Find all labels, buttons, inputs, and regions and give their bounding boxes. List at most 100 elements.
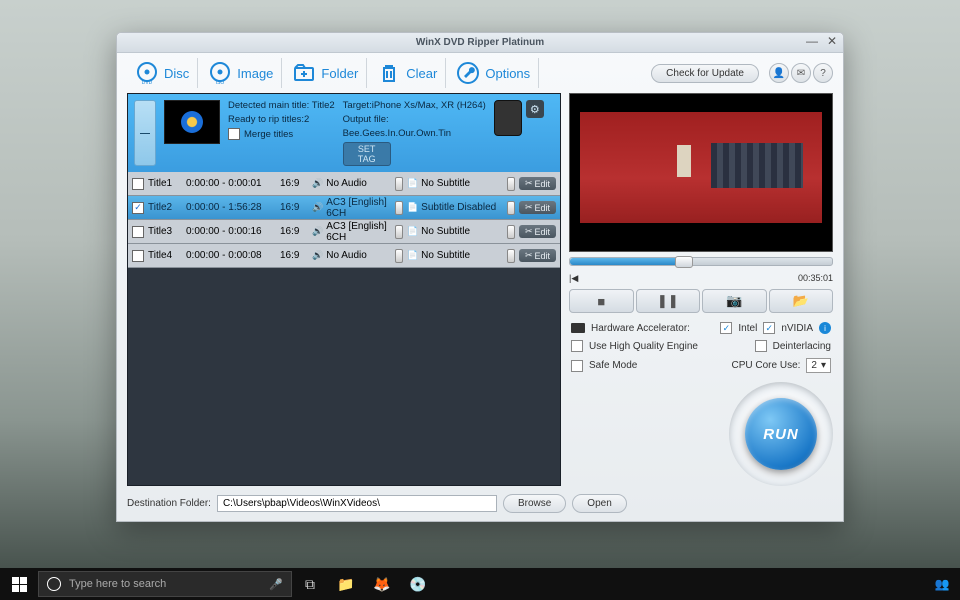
title-row[interactable]: Title30:00:00 - 0:00:1616:9AC3 [English]… [128, 220, 560, 244]
clear-button[interactable]: Clear [369, 58, 446, 88]
title-checkbox[interactable] [132, 226, 144, 238]
subtitle-select[interactable]: No Subtitle [407, 250, 503, 261]
disc-icon: DVD [135, 61, 159, 85]
dest-label: Destination Folder: [127, 498, 211, 509]
edit-button[interactable]: ✂Edit [519, 249, 556, 262]
title-row[interactable]: ✓Title20:00:00 - 1:56:2816:9AC3 [English… [128, 196, 560, 220]
audio-select[interactable]: No Audio [312, 250, 391, 261]
dest-folder-input[interactable] [217, 495, 497, 512]
merge-titles-checkbox[interactable]: Merge titles [228, 128, 335, 140]
trash-icon [377, 61, 401, 85]
preview-pane: |◀00:35:01 ■ ❚❚ 📷 📂 Hardware Accelerator… [569, 93, 833, 486]
target-label: Target:iPhone Xs/Max, XR (H264) [343, 100, 486, 111]
image-button[interactable]: ISOImage [200, 58, 282, 88]
safe-mode-checkbox[interactable] [571, 360, 583, 372]
wrench-icon [456, 61, 480, 85]
options-button[interactable]: Options [448, 58, 539, 88]
check-update-button[interactable]: Check for Update [651, 64, 759, 83]
title-row[interactable]: Title40:00:00 - 0:00:0816:9No AudioNo Su… [128, 244, 560, 268]
folder-button[interactable]: Folder [284, 58, 367, 88]
title-checkbox[interactable] [132, 250, 144, 262]
title-aspect: 16:9 [280, 178, 308, 189]
seek-slider[interactable] [569, 257, 833, 266]
title-range: 0:00:00 - 0:00:01 [186, 178, 276, 189]
subtitle-select[interactable]: No Subtitle [407, 178, 503, 189]
set-tag-button[interactable]: SET TAG [343, 142, 391, 166]
camera-icon: 📷 [726, 293, 742, 309]
window-title: WinX DVD Ripper Platinum [416, 37, 544, 48]
audio-select[interactable]: AC3 [English] 6CH [312, 197, 391, 219]
run-button[interactable]: RUN [745, 398, 817, 470]
hq-engine-checkbox[interactable] [571, 340, 583, 352]
minimize-button[interactable]: — [805, 35, 819, 49]
title-aspect: 16:9 [280, 202, 308, 213]
edit-button[interactable]: ✂Edit [519, 225, 556, 238]
browse-button[interactable]: Browse [503, 494, 566, 513]
title-bar[interactable]: WinX DVD Ripper Platinum — ✕ [117, 33, 843, 53]
help-button[interactable]: ? [813, 63, 833, 83]
open-button[interactable]: Open [572, 494, 626, 513]
subtitle-stepper[interactable] [507, 249, 515, 263]
title-checkbox[interactable]: ✓ [132, 202, 144, 214]
open-folder-button[interactable]: 📂 [769, 289, 834, 313]
svg-text:ISO: ISO [216, 80, 225, 85]
title-row[interactable]: Title10:00:00 - 0:00:0116:9No AudioNo Su… [128, 172, 560, 196]
info-icon[interactable]: i [819, 322, 831, 334]
windows-logo-icon [12, 577, 27, 592]
taskbar[interactable]: Type here to search 🎤 ⧉ 📁 🦊 💿 👥 [0, 568, 960, 600]
intel-checkbox[interactable] [720, 322, 732, 334]
output-label: Output file: [343, 114, 486, 125]
title-name: Title2 [148, 202, 182, 213]
stop-button[interactable]: ■ [569, 289, 634, 313]
subtitle-stepper[interactable] [507, 201, 515, 215]
title-aspect: 16:9 [280, 250, 308, 261]
seek-start-icon[interactable]: |◀ [569, 273, 798, 284]
title-list-pane: — Detected main title: Title2 Ready to r… [127, 93, 561, 486]
detected-title-label: Detected main title: Title2 [228, 100, 335, 111]
edit-button[interactable]: ✂Edit [519, 177, 556, 190]
audio-stepper[interactable] [395, 249, 403, 263]
edit-button[interactable]: ✂Edit [519, 201, 556, 214]
cpu-core-select[interactable]: 2▾ [806, 358, 831, 373]
explorer-taskbar-icon[interactable]: 📁 [328, 568, 364, 600]
title-aspect: 16:9 [280, 226, 308, 237]
audio-stepper[interactable] [395, 177, 403, 191]
profile-settings-button[interactable]: ⚙ [526, 100, 544, 118]
search-placeholder: Type here to search [69, 578, 166, 590]
title-list: Title10:00:00 - 0:00:0116:9No AudioNo Su… [128, 172, 560, 268]
close-button[interactable]: ✕ [825, 35, 839, 49]
deinterlace-checkbox[interactable] [755, 340, 767, 352]
snapshot-button[interactable]: 📷 [702, 289, 767, 313]
subtitle-select[interactable]: Subtitle Disabled [407, 202, 503, 213]
taskbar-search[interactable]: Type here to search 🎤 [38, 571, 292, 597]
collapse-button[interactable]: — [134, 100, 156, 166]
audio-select[interactable]: AC3 [English] 6CH [312, 221, 391, 243]
subtitle-select[interactable]: No Subtitle [407, 226, 503, 237]
nvidia-checkbox[interactable] [763, 322, 775, 334]
video-preview [569, 93, 833, 252]
title-checkbox[interactable] [132, 178, 144, 190]
audio-select[interactable]: No Audio [312, 178, 391, 189]
audio-stepper[interactable] [395, 225, 403, 239]
firefox-taskbar-icon[interactable]: 🦊 [364, 568, 400, 600]
subtitle-stepper[interactable] [507, 177, 515, 191]
subtitle-stepper[interactable] [507, 225, 515, 239]
mail-button[interactable]: ✉ [791, 63, 811, 83]
summary-panel: — Detected main title: Title2 Ready to r… [128, 94, 560, 172]
task-view-button[interactable]: ⧉ [292, 568, 328, 600]
people-button[interactable]: 👥 [924, 568, 960, 600]
mic-icon[interactable]: 🎤 [269, 578, 283, 591]
disc-button[interactable]: DVDDisc [127, 58, 198, 88]
audio-stepper[interactable] [395, 201, 403, 215]
start-button[interactable] [0, 568, 38, 600]
output-file: Bee.Gees.In.Our.Own.Tin [343, 128, 486, 139]
winx-taskbar-icon[interactable]: 💿 [400, 568, 436, 600]
pause-button[interactable]: ❚❚ [636, 289, 701, 313]
dvd-thumbnail [164, 100, 220, 144]
seek-handle[interactable] [675, 256, 693, 268]
account-button[interactable]: 👤 [769, 63, 789, 83]
scissors-icon: ✂ [525, 178, 533, 189]
title-range: 0:00:00 - 0:00:08 [186, 250, 276, 261]
title-name: Title3 [148, 226, 182, 237]
cpu-core-label: CPU Core Use: [732, 360, 801, 371]
